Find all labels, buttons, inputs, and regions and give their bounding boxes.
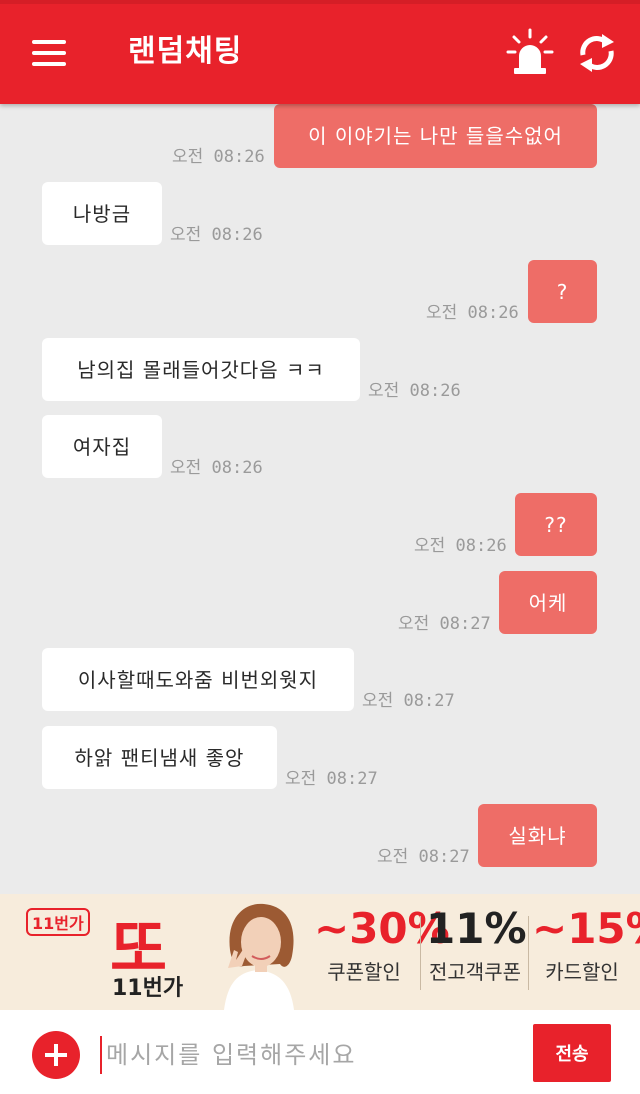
message-bubble[interactable]: 이사할때도와줌 비번외웟지: [42, 648, 354, 711]
refresh-icon[interactable]: [572, 28, 622, 78]
ad-deal-card: ~15% 카드할인: [532, 904, 640, 985]
message-time: 오전 08:27: [362, 691, 455, 711]
app-bar: 랜덤채팅: [0, 0, 640, 104]
message-bubble[interactable]: ??: [515, 493, 597, 556]
message-time: 오전 08:26: [170, 225, 263, 245]
ad-brand-sub: 11번가: [112, 976, 184, 1001]
message-input[interactable]: [104, 1034, 518, 1076]
ad-divider: [528, 916, 529, 990]
send-button[interactable]: 전송: [533, 1024, 611, 1082]
ad-deal-value: ~15%: [532, 904, 640, 953]
ad-deal-label: 카드할인: [545, 960, 619, 985]
message-input-bar: 전송: [0, 1010, 640, 1094]
ad-deal-label: 전고객쿠폰: [429, 960, 521, 985]
message-time: 오전 08:26: [368, 381, 461, 401]
message-bubble[interactable]: 나방금: [42, 182, 162, 245]
siren-alarm-icon[interactable]: [506, 28, 554, 78]
message-time: 오전 08:26: [426, 303, 519, 323]
ad-model-image: [204, 894, 312, 1010]
status-strip: [0, 0, 640, 4]
message-time: 오전 08:27: [285, 769, 378, 789]
ad-deal-label: 쿠폰할인: [327, 960, 401, 985]
message-time: 오전 08:26: [170, 458, 263, 478]
text-cursor: [100, 1036, 102, 1074]
ad-deal-coupon: ~30% 쿠폰할인: [314, 904, 450, 985]
message-bubble[interactable]: 남의집 몰래들어갓다음 ㅋㅋ: [42, 338, 360, 401]
ad-banner[interactable]: 11번가 또 11번가 ~30% 쿠폰할인 11% 전고객쿠폰 ~15% 카드할…: [0, 894, 640, 1010]
app-title: 랜덤채팅: [128, 34, 243, 69]
ad-divider: [420, 916, 421, 990]
ad-deal-value: ~30%: [314, 904, 450, 953]
message-time: 오전 08:27: [377, 847, 470, 867]
chat-area[interactable]: 이 이야기는 나만 들을수없어 오전 08:26 나방금 오전 08:26 ? …: [0, 104, 640, 894]
message-time: 오전 08:27: [398, 614, 491, 634]
message-time: 오전 08:26: [414, 536, 507, 556]
message-bubble[interactable]: 하앍 팬티냄새 좋앙: [42, 726, 277, 789]
ad-deal-value: 11%: [426, 904, 527, 953]
hamburger-menu-icon[interactable]: [24, 32, 76, 76]
message-bubble[interactable]: 어케: [499, 571, 597, 634]
message-bubble[interactable]: 실화냐: [478, 804, 597, 867]
message-time: 오전 08:26: [172, 147, 265, 167]
ad-deal-all-customer: 11% 전고객쿠폰: [426, 904, 527, 985]
plus-icon[interactable]: [32, 1031, 80, 1079]
message-bubble[interactable]: 여자집: [42, 415, 162, 478]
ad-brand-small: 11번가: [26, 908, 90, 936]
message-bubble[interactable]: ?: [528, 260, 597, 323]
message-bubble[interactable]: 이 이야기는 나만 들을수없어: [274, 104, 597, 168]
